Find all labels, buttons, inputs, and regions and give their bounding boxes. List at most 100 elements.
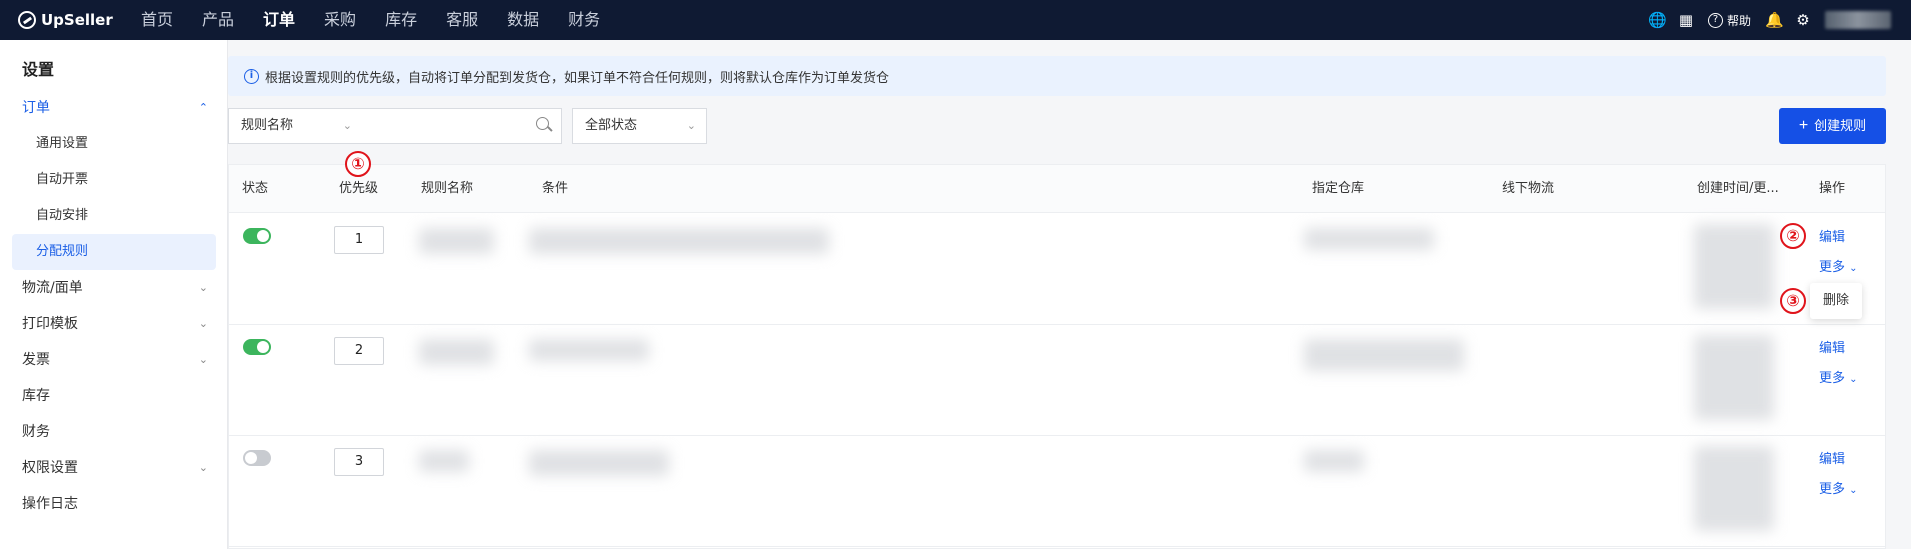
chevron-down-icon: ⌄ (1849, 485, 1858, 496)
sidebar-item-label: 发票 (22, 352, 50, 368)
notice-text: 根据设置规则的优先级，自动将订单分配到发货仓，如果订单不符合任何规则，则将默认仓… (265, 70, 890, 86)
edit-link[interactable]: 编辑 (1819, 448, 1845, 467)
status-toggle[interactable] (243, 450, 271, 466)
redacted-warehouse (1304, 228, 1434, 250)
help-link[interactable]: ? 帮助 (1707, 12, 1751, 29)
search-input[interactable] (370, 109, 530, 143)
upseller-logo[interactable]: UpSeller (18, 11, 141, 29)
redacted-rule-name (419, 339, 494, 365)
sidebar-item-auto-invoice[interactable]: 自动开票 (12, 162, 216, 198)
priority-input[interactable]: 3 (334, 448, 384, 476)
edit-link[interactable]: 编辑 (1819, 337, 1845, 356)
gear-icon[interactable]: ⚙ (1795, 11, 1811, 29)
sidebar-item-auto-arrange[interactable]: 自动安排 (12, 198, 216, 234)
field-select-value: 规则名称 (241, 118, 294, 133)
sidebar-item-label: 自动开票 (36, 172, 89, 187)
nav-products[interactable]: 产品 (202, 0, 234, 40)
sidebar-item-invoice[interactable]: 发票 ⌄ (12, 342, 216, 378)
sidebar-item-permissions[interactable]: 权限设置 ⌄ (12, 450, 216, 486)
apps-grid-icon[interactable]: ▦ (1678, 11, 1694, 29)
more-label: 更多 (1819, 371, 1846, 386)
sidebar-item-allocation-rules[interactable]: 分配规则 (12, 234, 216, 270)
header-actions: 操作 (1819, 181, 1846, 196)
header-offline-logistics: 线下物流 (1502, 181, 1555, 196)
account-avatar[interactable] (1825, 11, 1891, 29)
info-notice: i 根据设置规则的优先级，自动将订单分配到发货仓，如果订单不符合任何规则，则将默… (228, 56, 1886, 96)
header-warehouse: 指定仓库 (1312, 181, 1365, 196)
status-select-value: 全部状态 (585, 118, 638, 133)
sidebar-item-print-templates[interactable]: 打印模板 ⌄ (12, 306, 216, 342)
nav-purchase[interactable]: 采购 (324, 0, 356, 40)
chevron-down-icon: ⌄ (198, 281, 208, 294)
help-icon: ? (1707, 12, 1723, 28)
annotation-badge-2: ② (1780, 223, 1806, 249)
nav-finance[interactable]: 财务 (568, 0, 600, 40)
info-icon: i (244, 68, 259, 84)
more-dropdown[interactable]: 更多 ⌄ (1819, 478, 1858, 497)
nav-inventory[interactable]: 库存 (385, 0, 417, 40)
chevron-down-icon: ⌄ (342, 119, 352, 132)
sidebar-title: 设置 (22, 60, 55, 79)
sidebar-item-label: 操作日志 (22, 496, 78, 512)
sidebar-item-logistics[interactable]: 物流/面单 ⌄ (12, 270, 216, 306)
sidebar-item-operation-log[interactable]: 操作日志 (12, 486, 216, 522)
topbar-actions: 🌐 ▦ ? 帮助 🔔 ⚙ (1648, 0, 1911, 40)
chevron-down-icon: ⌄ (198, 353, 208, 366)
create-rule-button[interactable]: + 创建规则 (1779, 108, 1886, 144)
chevron-down-icon: ⌄ (686, 119, 696, 132)
sidebar-item-label: 自动安排 (36, 208, 89, 223)
redacted-conditions (529, 228, 829, 254)
sidebar-item-label: 分配规则 (36, 244, 89, 259)
table-row: 2 编辑 更多 ⌄ (229, 325, 1885, 436)
table-row: 3 编辑 更多 ⌄ (229, 436, 1885, 547)
help-label: 帮助 (1726, 13, 1751, 28)
create-rule-label: 创建规则 (1814, 118, 1867, 133)
sidebar-item-label: 订单 (22, 100, 50, 116)
logo-text: UpSeller (41, 11, 113, 29)
more-dropdown[interactable]: 更多 ⌄ (1819, 367, 1858, 386)
plus-icon: + (1798, 117, 1809, 134)
logo-icon (18, 11, 36, 29)
sidebar-item-inventory[interactable]: 库存 (12, 378, 216, 414)
nav-orders[interactable]: 订单 (263, 0, 295, 40)
search-icon[interactable] (536, 117, 549, 130)
sidebar-item-label: 财务 (22, 424, 50, 440)
status-select[interactable]: 全部状态 ⌄ (572, 108, 707, 144)
redacted-rule-name (419, 450, 469, 472)
globe-icon[interactable]: 🌐 (1648, 11, 1667, 29)
nav-data[interactable]: 数据 (507, 0, 539, 40)
sidebar-item-orders[interactable]: 订单 ⌃ (12, 90, 216, 126)
chevron-down-icon: ⌄ (198, 317, 208, 330)
sidebar-item-general-settings[interactable]: 通用设置 (12, 126, 216, 162)
bell-icon[interactable]: 🔔 (1765, 11, 1784, 29)
edit-link[interactable]: 编辑 (1819, 226, 1845, 245)
field-select[interactable]: 规则名称 ⌄ (228, 108, 363, 144)
redacted-created-time (1694, 446, 1774, 531)
delete-menu-item[interactable]: 删除 (1823, 293, 1849, 308)
redacted-conditions (529, 450, 669, 476)
status-toggle[interactable] (243, 339, 271, 355)
sidebar-item-label: 通用设置 (36, 136, 89, 151)
redacted-warehouse (1304, 339, 1464, 371)
redacted-conditions (529, 339, 649, 361)
header-conditions: 条件 (542, 181, 569, 196)
status-toggle[interactable] (243, 228, 271, 244)
priority-input[interactable]: 2 (334, 337, 384, 365)
priority-input[interactable]: 1 (334, 226, 384, 254)
nav-customer-service[interactable]: 客服 (446, 0, 478, 40)
redacted-created-time (1694, 335, 1774, 420)
more-dropdown[interactable]: 更多 ⌄ (1819, 256, 1858, 275)
more-label: 更多 (1819, 260, 1846, 275)
table-header: 状态 优先级 规则名称 条件 指定仓库 线下物流 创建时间/更... 操作 (229, 165, 1885, 213)
sidebar-item-label: 打印模板 (22, 316, 78, 332)
chevron-up-icon: ⌃ (198, 101, 208, 114)
sidebar-item-finance[interactable]: 财务 (12, 414, 216, 450)
annotation-badge-3: ③ (1780, 288, 1806, 314)
top-navigation-bar: UpSeller 首页 产品 订单 采购 库存 客服 数据 财务 🌐 ▦ ? 帮… (0, 0, 1911, 40)
sidebar-item-label: 物流/面单 (22, 280, 83, 296)
rules-table: 状态 优先级 规则名称 条件 指定仓库 线下物流 创建时间/更... 操作 1 … (228, 164, 1886, 549)
sidebar-item-label: 库存 (22, 388, 50, 404)
redacted-rule-name (419, 228, 494, 254)
header-status: 状态 (242, 181, 269, 196)
nav-home[interactable]: 首页 (141, 0, 173, 40)
